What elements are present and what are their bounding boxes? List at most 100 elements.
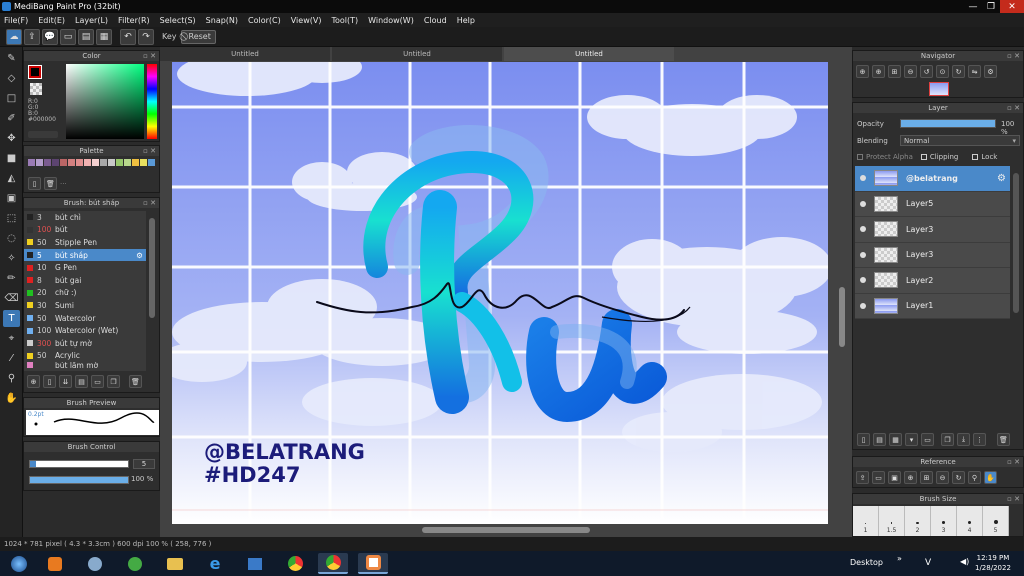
layer-folder-icon[interactable]: ▭ [921,433,934,446]
palette-swatch[interactable] [108,159,115,166]
layer-row[interactable]: Layer2 [855,268,1010,294]
panel-icon[interactable]: ▤ [78,28,94,45]
palette-swatch[interactable] [68,159,75,166]
brush-delete-icon[interactable]: 🗑 [129,375,142,388]
brush-item[interactable]: 10 G Pen [24,261,146,274]
menu-view[interactable]: View(V) [291,16,322,25]
volume-icon[interactable]: ◀) [960,557,969,566]
brush-item[interactable]: 50 Stipple Pen [24,236,146,249]
clock-time[interactable]: 12:19 PM [975,553,1011,563]
menu-layer[interactable]: Layer(L) [75,16,108,25]
hand-tool-icon[interactable]: ✋ [3,390,20,407]
eyedropper-icon[interactable]: ⚲ [3,370,20,387]
brush-new-icon[interactable]: ▯ [43,375,56,388]
tab-untitled-1[interactable]: Untitled [160,47,330,61]
brush-import-icon[interactable]: ⇊ [59,375,72,388]
clipping-checkbox[interactable] [920,154,927,160]
chevron-icon[interactable]: » [897,554,902,563]
text-icon[interactable]: ▭ [60,28,76,45]
color-saturation-square[interactable] [66,64,144,139]
palette-swatch[interactable] [76,159,83,166]
new-halftone-layer-icon[interactable]: ▤ [873,433,886,446]
eye-icon[interactable] [860,277,866,284]
eye-icon[interactable] [860,226,866,233]
layer-menu-icon[interactable]: ⋮ [973,433,986,446]
reference-eyedropper-icon[interactable]: ⚲ [968,471,981,484]
green-app-icon[interactable] [120,553,150,574]
rect-tool-icon[interactable]: □ [3,90,20,107]
maximize-button[interactable]: ❐ [982,0,1000,13]
close-button[interactable]: ✕ [1000,0,1024,13]
brush-folder-icon[interactable]: ▭ [91,375,104,388]
layer-row[interactable]: Layer1 [855,293,1010,319]
tab-untitled-3[interactable]: Untitled [504,47,674,61]
brush-size-slider[interactable] [29,460,129,468]
palette-swatch[interactable] [92,159,99,166]
divide-tool-icon[interactable]: ⁄ [3,350,20,367]
duplicate-layer-icon[interactable]: ❐ [941,433,954,446]
start-button[interactable] [4,553,34,574]
reset-view-icon[interactable]: ⊙ [936,65,949,78]
menu-filter[interactable]: Filter(R) [118,16,150,25]
speech-bubble-icon[interactable]: 💬 [42,28,58,45]
brush-size-preset[interactable]: 2 [905,506,931,536]
new-1bit-layer-icon[interactable]: ▦ [889,433,902,446]
chrome-icon[interactable] [280,553,310,574]
rotate-right-icon[interactable]: ↻ [952,65,965,78]
brush-size-value[interactable]: 5 [133,459,155,469]
palette-swatch[interactable] [36,159,43,166]
canvas-horizontal-scrollbar[interactable] [422,527,590,533]
palette-swatch[interactable] [100,159,107,166]
layer-dropdown-icon[interactable]: ▾ [905,433,918,446]
reference-hand-icon[interactable]: ✋ [984,471,997,484]
select-tool-icon[interactable]: ⬚ [3,210,20,227]
reference-rotate-icon[interactable]: ↻ [952,471,965,484]
brush-item[interactable]: bút lấm mờ [24,362,146,369]
brush-size-preset[interactable]: 1 [853,506,879,536]
medibang-taskbar-icon[interactable] [358,553,388,574]
desktop-label[interactable]: Desktop [850,558,883,567]
palette-add-icon[interactable]: ▯ [28,177,41,190]
reference-sync-icon[interactable]: ⇪ [856,471,869,484]
palette-swatch[interactable] [28,159,35,166]
palette-swatch[interactable] [52,159,59,166]
fill-rect-tool-icon[interactable]: ■ [3,150,20,167]
language-indicator[interactable]: V [925,558,931,568]
palette-swatch[interactable] [44,159,51,166]
clock-date[interactable]: 1/28/2022 [975,563,1011,573]
layer-row[interactable]: Layer3 [855,217,1010,243]
drawing-canvas[interactable]: @BELATRANG #HD247 [172,62,828,524]
palette-swatch[interactable] [132,159,139,166]
brush-item[interactable]: 30 Sumi [24,299,146,312]
menu-snap[interactable]: Snap(N) [206,16,238,25]
palette-swatch[interactable] [124,159,131,166]
zoom-in-alt-icon[interactable]: ⊕ [872,65,885,78]
minimize-button[interactable]: — [964,0,982,13]
chrome-active-icon[interactable] [318,553,348,574]
pen-tool-icon[interactable]: ✐ [3,110,20,127]
navigator-thumbnail[interactable] [929,82,949,96]
palette-swatch[interactable] [148,159,155,166]
layer-list-scrollbar[interactable] [1013,173,1019,313]
menu-color[interactable]: Color(C) [248,16,281,25]
canvas-vertical-scrollbar[interactable] [839,287,845,347]
brush-item[interactable]: 300 bút tự mờ [24,337,146,350]
navigator-settings-icon[interactable]: ⚙ [984,65,997,78]
palette-delete-icon[interactable]: 🗑 [44,177,57,190]
eye-icon[interactable] [860,200,866,207]
select-pen-icon[interactable]: ✏ [3,270,20,287]
file-explorer-icon[interactable] [160,553,190,574]
bucket-tool-icon[interactable]: ◭ [3,170,20,187]
eye-icon[interactable] [860,251,866,258]
brush-add-icon[interactable]: ⊕ [27,375,40,388]
menu-help[interactable]: Help [457,16,475,25]
gear-icon[interactable]: ⚙ [136,251,143,260]
eraser-tool-icon[interactable]: ◇ [3,70,20,87]
network-app-icon[interactable] [240,553,270,574]
brush-size-preset[interactable]: 3 [931,506,957,536]
brush-size-preset[interactable]: 1.5 [879,506,905,536]
layer-row[interactable]: @belatrang ⚙ [855,166,1010,192]
brush-item[interactable]: 3 bút chì [24,211,146,224]
reference-zoom-in-icon[interactable]: ⊕ [904,471,917,484]
brush-item[interactable]: 8 bút gai [24,274,146,287]
